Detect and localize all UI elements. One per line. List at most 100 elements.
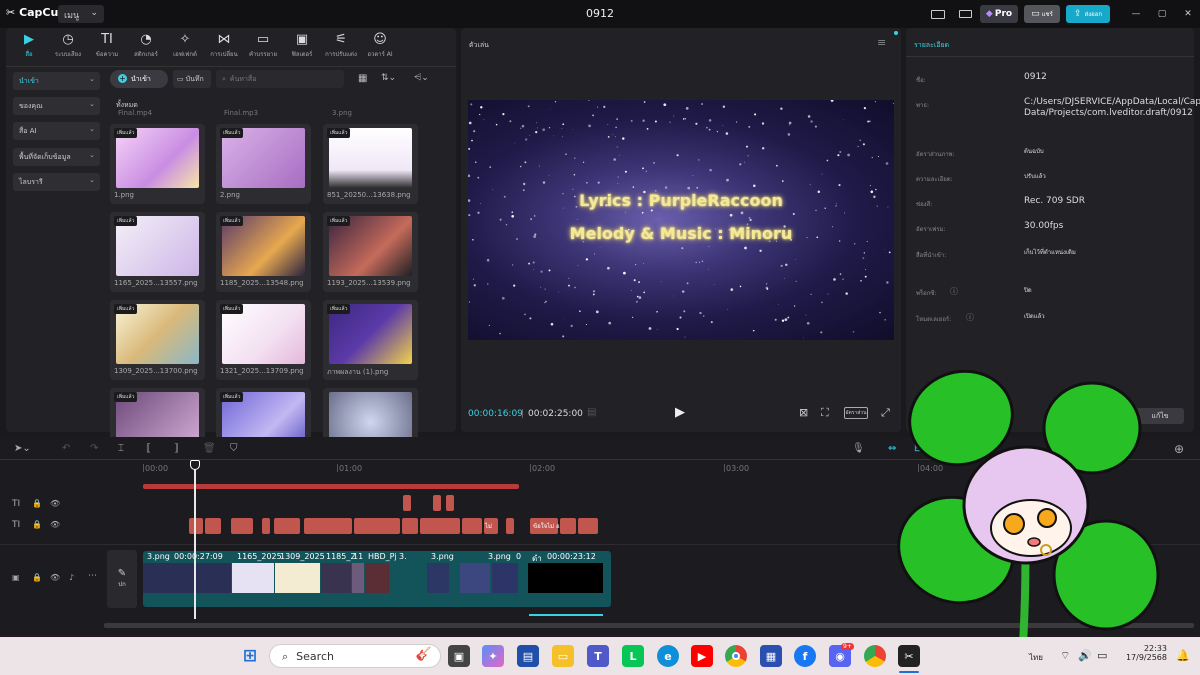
text-clip[interactable] xyxy=(354,518,400,534)
language-indicator[interactable]: ไทย xyxy=(1029,651,1043,664)
grid-view-icon[interactable]: ▦ xyxy=(358,73,367,84)
file-explorer-icon[interactable]: ▭ xyxy=(552,645,574,667)
eye-icon[interactable]: 👁 xyxy=(50,573,60,582)
store-icon[interactable]: ▤ xyxy=(517,645,539,667)
eye-icon[interactable]: 👁 xyxy=(50,499,60,508)
sort-icon[interactable]: ⇅⌄ xyxy=(381,73,396,83)
tool-filter[interactable]: ▣ ฟิลเตอร์ xyxy=(282,32,322,60)
clock[interactable]: 22:33 17/9/2568 xyxy=(1122,644,1167,662)
ratio-button[interactable]: อัตราส่วน xyxy=(844,407,868,419)
sidebar-item[interactable]: สื่อ AI ⌄ xyxy=(13,122,100,140)
image-icon[interactable]: ⊠ xyxy=(799,406,808,419)
sidebar-item[interactable]: พื้นที่จัดเก็บข้อมูล ⌄ xyxy=(13,148,100,166)
lock-icon[interactable]: 🔒 xyxy=(32,499,42,508)
player-menu-icon[interactable]: ≡ xyxy=(877,36,886,49)
record-button[interactable]: ▭ บันทึก xyxy=(173,70,211,88)
volume-icon[interactable]: 🔊 xyxy=(1078,649,1092,662)
split-left-icon[interactable]: ⟦ xyxy=(146,443,151,454)
more-icon[interactable]: ⋯ xyxy=(88,571,97,581)
lock-icon[interactable]: 🔒 xyxy=(32,520,42,529)
sidebar-item[interactable]: ไลบรารี ⌄ xyxy=(13,173,100,191)
close-button[interactable]: ✕ xyxy=(1180,5,1196,23)
copilot-icon[interactable]: ✦ xyxy=(482,645,504,667)
microphone-icon[interactable]: 🎙 xyxy=(852,443,865,454)
wifi-icon[interactable]: ⌔ xyxy=(1060,649,1070,663)
notification-bell-icon[interactable]: 🔔 xyxy=(1176,649,1190,662)
taskbar-search[interactable]: ⌕ Search 🎸 xyxy=(269,644,441,668)
audio-icon[interactable]: ♪ xyxy=(69,573,74,582)
search-input[interactable]: ⌕ ค้นหาสื่อ xyxy=(216,70,344,88)
layout-button[interactable] xyxy=(924,5,952,23)
redo-icon[interactable]: ↷ xyxy=(90,443,98,454)
text-clip[interactable] xyxy=(189,518,203,534)
text-clip[interactable] xyxy=(262,518,270,534)
share-button[interactable]: ▭ แชร์ xyxy=(1024,5,1060,23)
line-icon[interactable]: L xyxy=(622,645,644,667)
tool-text[interactable]: TI ข้อความ xyxy=(87,32,127,60)
tool-media[interactable]: ▶ สื่อ xyxy=(9,32,49,60)
select-tool-icon[interactable]: ➤⌄ xyxy=(14,443,31,454)
facebook-icon[interactable]: f xyxy=(794,645,816,667)
video-clip-thumbnail[interactable] xyxy=(492,563,518,593)
video-clip-thumbnail[interactable] xyxy=(460,563,490,593)
text-clip[interactable] xyxy=(560,518,576,534)
sidebar-item[interactable]: นำเข้า ⌄ xyxy=(13,72,100,90)
fullscreen-icon[interactable]: ⤢ xyxy=(881,406,890,420)
sidebar-item[interactable]: ของคุณ ⌄ xyxy=(13,97,100,115)
playhead[interactable] xyxy=(194,461,196,619)
text-clip[interactable] xyxy=(420,518,460,534)
video-clip-thumbnail[interactable] xyxy=(232,563,274,593)
text-clip[interactable] xyxy=(304,518,352,534)
text-clip[interactable] xyxy=(578,518,598,534)
info-icon[interactable]: ⓘ xyxy=(966,312,974,323)
video-preview[interactable]: Lyrics : PurpleRaccoon Melody & Music : … xyxy=(468,100,894,340)
teams-icon[interactable]: T xyxy=(587,645,609,667)
keyboard-button[interactable] xyxy=(955,5,975,23)
cover-button[interactable]: ✎ ปก xyxy=(107,550,137,608)
tool-audio[interactable]: ◷ ระบบเสียง xyxy=(48,32,88,60)
tool-ai-avatar[interactable]: ☺ อวตาร์ AI xyxy=(360,32,400,60)
shield-icon[interactable]: ⛉ xyxy=(230,443,238,454)
start-icon[interactable]: ⊞ xyxy=(239,645,261,667)
playhead-handle[interactable] xyxy=(190,460,200,470)
pro-button[interactable]: ◆ Pro xyxy=(980,5,1018,23)
timeline-grid-icon[interactable]: ▤ xyxy=(587,407,596,418)
text-clip[interactable] xyxy=(433,495,441,511)
video-clip-thumbnail[interactable] xyxy=(352,563,364,593)
filter-icon[interactable]: ⩤⌄ xyxy=(414,73,429,83)
delete-icon[interactable]: 🗑 xyxy=(203,443,216,454)
split-icon[interactable]: ⌶ xyxy=(118,443,124,454)
app-icon[interactable]: ▦ xyxy=(760,645,782,667)
capcut-taskbar-icon[interactable]: ✂ xyxy=(898,645,920,667)
undo-icon[interactable]: ↶ xyxy=(62,443,70,454)
text-clip[interactable] xyxy=(205,518,221,534)
tool-adjust[interactable]: ⚟ การปรับแต่ง xyxy=(321,32,361,60)
tool-sticker[interactable]: ◔ สติกเกอร์ xyxy=(126,32,166,60)
crop-icon[interactable]: ⛶ xyxy=(821,406,829,420)
eye-icon[interactable]: 👁 xyxy=(50,520,60,529)
battery-icon[interactable]: ▭ xyxy=(1097,649,1107,662)
video-clip-thumbnail[interactable] xyxy=(365,563,389,593)
text-clip[interactable] xyxy=(462,518,482,534)
text-clip[interactable] xyxy=(274,518,300,534)
youtube-icon[interactable]: ▶ xyxy=(691,645,713,667)
video-clip-thumbnail[interactable] xyxy=(275,563,320,593)
text-clip[interactable] xyxy=(506,518,514,534)
export-button[interactable]: ⇪ ส่งออก xyxy=(1066,5,1110,23)
split-right-icon[interactable]: ⟧ xyxy=(174,443,179,454)
chrome-profile-icon[interactable] xyxy=(864,645,886,667)
minimize-button[interactable]: — xyxy=(1128,5,1144,23)
tool-transition[interactable]: ⋈ การเปลี่ยน xyxy=(204,32,244,60)
text-clip[interactable] xyxy=(231,518,253,534)
info-icon[interactable]: ⓘ xyxy=(950,286,958,297)
task-view-icon[interactable]: ▣ xyxy=(448,645,470,667)
import-button[interactable]: + นำเข้า xyxy=(110,70,168,88)
video-clip-thumbnail[interactable] xyxy=(427,563,449,593)
text-clip[interactable] xyxy=(403,495,411,511)
tool-captions[interactable]: ▭ คำบรรยาย xyxy=(243,32,283,60)
play-button[interactable]: ▶ xyxy=(675,405,685,420)
lock-icon[interactable]: 🔒 xyxy=(32,573,42,582)
edge-icon[interactable]: e xyxy=(657,645,679,667)
maximize-button[interactable]: ▢ xyxy=(1154,5,1170,23)
video-clip-thumbnail[interactable] xyxy=(321,563,351,593)
